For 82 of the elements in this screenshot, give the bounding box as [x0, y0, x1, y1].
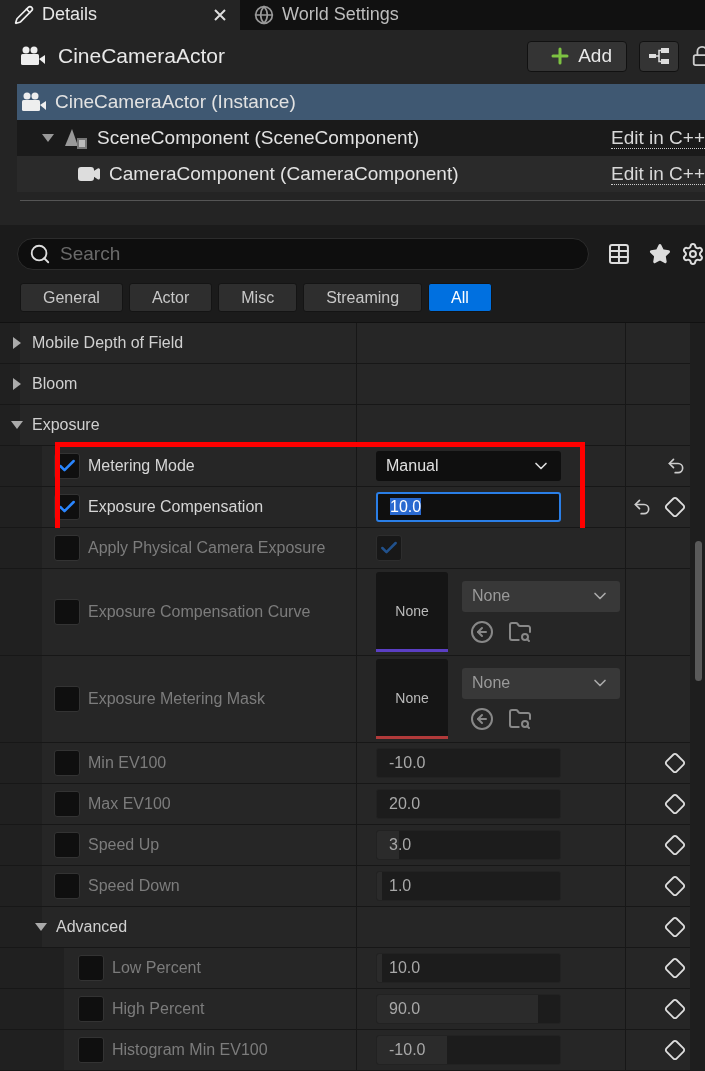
browse-icon[interactable]	[508, 706, 532, 731]
property-label: Speed Up	[88, 836, 160, 854]
override-checkbox[interactable]	[78, 996, 104, 1022]
filter-tab[interactable]: Actor	[128, 283, 213, 312]
reset-icon[interactable]	[632, 497, 652, 517]
search-field[interactable]: Search	[17, 238, 590, 270]
number-field[interactable]: -10.0	[376, 748, 561, 778]
number-field[interactable]: 90.0	[376, 994, 561, 1024]
use-selected-icon[interactable]	[470, 706, 494, 731]
number-field[interactable]: 3.0	[376, 830, 561, 860]
pencil-icon	[14, 5, 34, 25]
keyframe-icon[interactable]	[664, 793, 686, 815]
component-row[interactable]: CineCameraActor (Instance)	[17, 84, 705, 121]
keyframe-icon[interactable]	[664, 834, 686, 856]
checkbox[interactable]	[376, 535, 402, 561]
category-label: Bloom	[32, 375, 78, 393]
override-checkbox[interactable]	[54, 599, 80, 625]
search-icon	[29, 243, 51, 265]
star-icon[interactable]	[649, 243, 672, 265]
keyframe-icon[interactable]	[664, 1039, 686, 1061]
component-row[interactable]: CameraComponent (CameraComponent) Edit in C++	[17, 156, 705, 193]
use-selected-icon[interactable]	[470, 619, 494, 644]
dropdown[interactable]: Manual	[376, 451, 561, 481]
number-field[interactable]: 1.0	[376, 871, 561, 901]
asset-thumbnail: None	[376, 659, 448, 739]
filter-tab[interactable]: Streaming	[303, 283, 423, 312]
property-label: Min EV100	[88, 754, 167, 772]
filter-tab[interactable]: Misc	[218, 283, 298, 312]
override-checkbox[interactable]	[54, 686, 80, 712]
override-checkbox[interactable]	[54, 535, 80, 561]
hierarchy-icon	[648, 47, 670, 66]
number-field[interactable]: 10.0	[376, 953, 561, 983]
component-row[interactable]: SceneComponent (SceneComponent) Edit in C++	[17, 120, 705, 157]
property-label: Metering Mode	[88, 457, 195, 475]
asset-dropdown[interactable]: None	[462, 580, 620, 612]
category-label: Exposure	[32, 416, 100, 434]
filter-tab[interactable]: General	[20, 283, 123, 312]
reset-icon[interactable]	[666, 456, 686, 476]
edit-link[interactable]: Edit in C++	[611, 163, 705, 186]
blueprint-button[interactable]	[639, 40, 679, 72]
camera-group-icon	[21, 91, 47, 114]
number-field[interactable]: 10.0	[376, 492, 561, 522]
category-label: Mobile Depth of Field	[32, 334, 184, 352]
table-icon[interactable]	[607, 242, 632, 266]
settings-icon[interactable]	[681, 242, 705, 266]
panel-tab[interactable]: Details	[0, 0, 240, 30]
property-label: High Percent	[112, 1000, 205, 1018]
property-label: Exposure Compensation	[88, 498, 264, 516]
override-checkbox[interactable]	[54, 791, 80, 817]
actor-title: CineCameraActor	[58, 44, 226, 69]
category-label: Advanced	[56, 918, 128, 936]
browse-icon[interactable]	[508, 619, 532, 644]
keyframe-icon[interactable]	[664, 916, 686, 938]
panel-tab[interactable]: World Settings	[240, 0, 413, 30]
property-label: Histogram Min EV100	[112, 1041, 268, 1059]
filter-tab[interactable]: All	[428, 283, 492, 312]
override-checkbox[interactable]	[78, 955, 104, 981]
property-label: Exposure Metering Mask	[88, 690, 265, 708]
override-checkbox[interactable]	[54, 832, 80, 858]
number-field[interactable]: -10.0	[376, 1035, 561, 1065]
property-label: Exposure Compensation Curve	[88, 603, 311, 621]
property-label: Apply Physical Camera Exposure	[88, 539, 326, 557]
override-checkbox[interactable]	[54, 873, 80, 899]
keyframe-icon[interactable]	[664, 875, 686, 897]
override-checkbox[interactable]	[78, 1037, 104, 1063]
globe-icon	[254, 5, 274, 25]
scrollbar-thumb[interactable]	[695, 541, 702, 681]
property-label: Low Percent	[112, 959, 201, 977]
number-field[interactable]: 20.0	[376, 789, 561, 819]
keyframe-icon[interactable]	[664, 998, 686, 1020]
camera-group-icon	[20, 45, 46, 68]
add-button[interactable]: Add	[527, 40, 627, 72]
keyframe-icon[interactable]	[664, 496, 686, 518]
keyframe-icon[interactable]	[664, 957, 686, 979]
override-checkbox[interactable]	[54, 750, 80, 776]
keyframe-icon[interactable]	[664, 752, 686, 774]
property-label: Speed Down	[88, 877, 180, 895]
close-icon[interactable]	[214, 9, 226, 21]
edit-link[interactable]: Edit in C++	[611, 127, 705, 150]
property-label: Max EV100	[88, 795, 171, 813]
asset-thumbnail: None	[376, 572, 448, 652]
asset-dropdown[interactable]: None	[462, 667, 620, 699]
